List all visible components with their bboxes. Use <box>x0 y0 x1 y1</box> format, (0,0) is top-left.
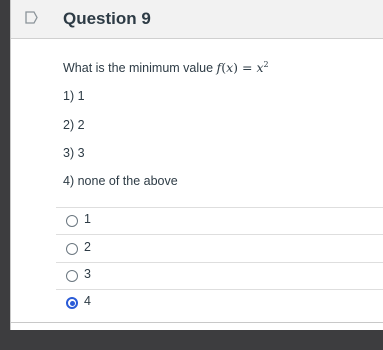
option-text-2: 2) 2 <box>63 118 85 132</box>
option-text-3: 3) 3 <box>63 146 85 160</box>
card-bottom-border <box>11 322 383 323</box>
divider <box>56 207 383 208</box>
question-prompt: What is the minimum value f(x) = x2 <box>63 60 269 75</box>
question-title: Question 9 <box>63 9 151 28</box>
divider <box>56 289 383 290</box>
answer-label: 1 <box>84 212 91 226</box>
flag-icon[interactable] <box>25 11 38 24</box>
formula: f(x) = x2 <box>216 60 269 75</box>
answer-label: 3 <box>84 267 91 281</box>
question-header: Question 9 <box>11 0 383 39</box>
answer-option-4[interactable]: 4 <box>66 294 383 316</box>
answer-option-2[interactable]: 2 <box>66 240 383 262</box>
answer-label: 2 <box>84 240 91 254</box>
answer-label: 4 <box>84 294 91 308</box>
radio-button[interactable] <box>66 215 78 227</box>
answer-option-1[interactable]: 1 <box>66 212 383 234</box>
divider <box>56 262 383 263</box>
question-card: Question 9 What is the minimum value f(x… <box>10 0 383 330</box>
prompt-text: What is the minimum value <box>63 61 214 75</box>
radio-button-selected[interactable] <box>66 297 78 309</box>
divider <box>56 234 383 235</box>
answer-option-3[interactable]: 3 <box>66 267 383 289</box>
radio-button[interactable] <box>66 243 78 255</box>
radio-button[interactable] <box>66 270 78 282</box>
option-text-1: 1) 1 <box>63 89 85 103</box>
option-text-4: 4) none of the above <box>63 174 178 188</box>
